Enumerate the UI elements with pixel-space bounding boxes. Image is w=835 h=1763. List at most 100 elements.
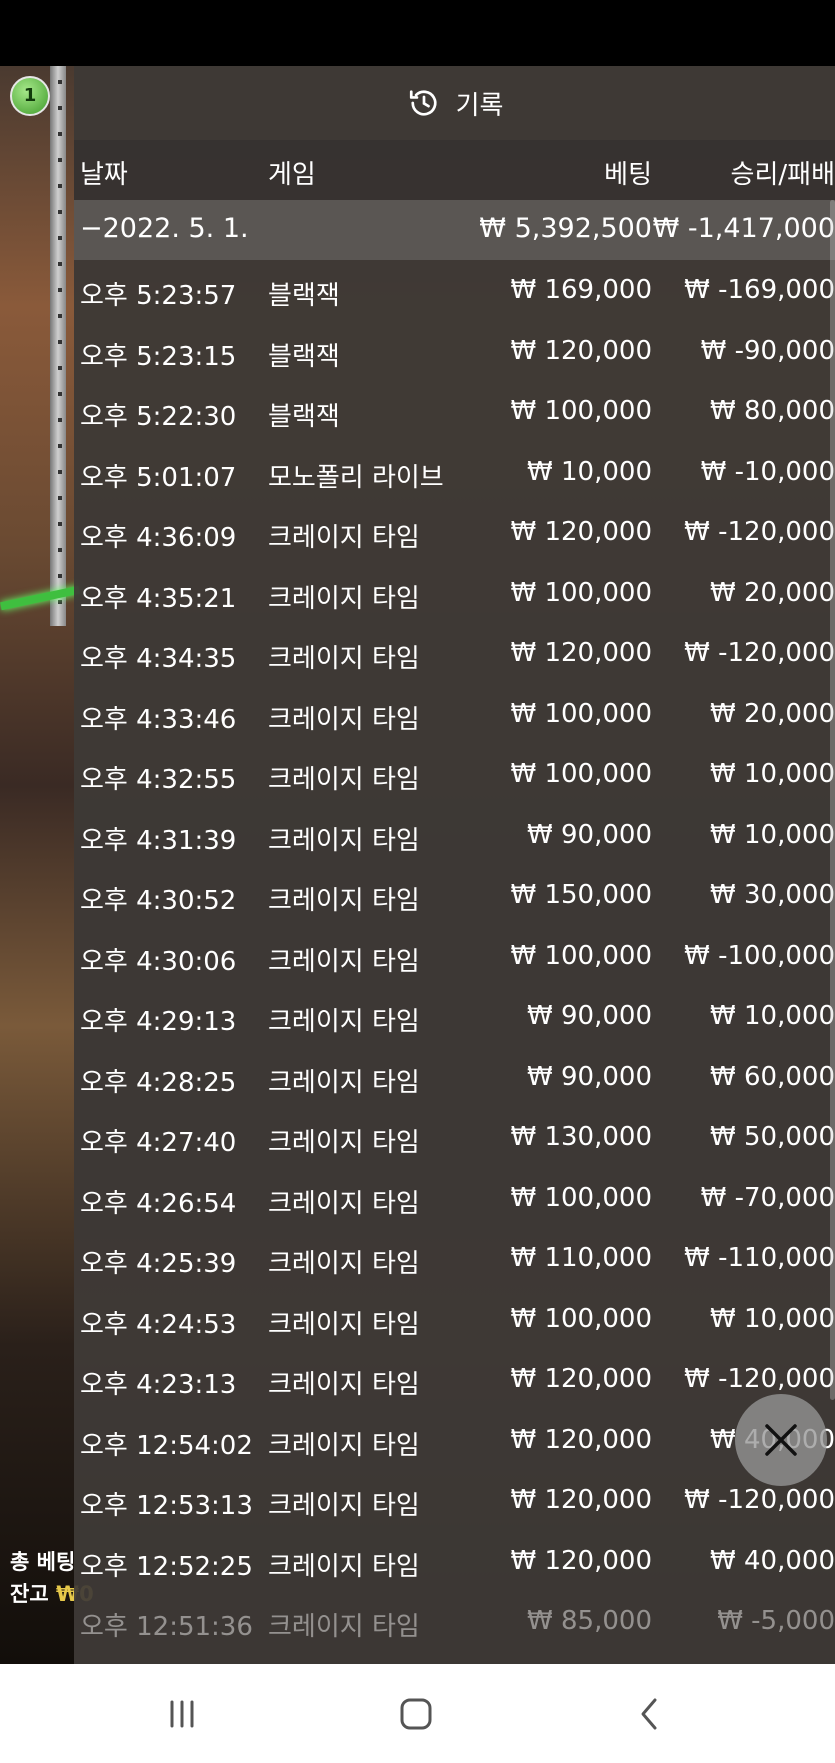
row-bet: ₩ 90,000 — [527, 819, 652, 850]
row-winloss: ₩ 10,000 — [710, 1303, 835, 1334]
column-header-bet: 베팅 — [604, 160, 652, 190]
row-winloss: ₩ 10,000 — [710, 759, 835, 789]
row-bet: ₩ 100,000 — [510, 698, 653, 729]
row-time: 오후 4:25:39 — [80, 1249, 237, 1279]
row-time: 오후 5:01:07 — [80, 462, 237, 493]
panel-header: 기록 — [74, 66, 835, 140]
row-bet: ₩ 120,000 — [510, 335, 653, 366]
back-icon — [641, 1698, 657, 1730]
row-game: 블랙잭 — [268, 402, 340, 432]
row-time: 오후 4:24:53 — [80, 1309, 237, 1340]
history-panel: 기록 날짜 게임 베팅 승리/패배 −2022. 5. 1. ₩ 5,392,5… — [74, 66, 835, 1664]
history-row[interactable]: 오후 5:23:57 블랙잭 ₩ 169,000 ₩ -169,000 — [74, 260, 835, 320]
history-row[interactable]: 오후 4:28:25 크레이지 타임 ₩ 90,000 ₩ 60,000 — [74, 1047, 835, 1107]
row-bet: ₩ 120,000 — [510, 1545, 653, 1576]
row-time: 오후 4:28:25 — [80, 1067, 237, 1098]
row-time: 오후 4:30:52 — [80, 886, 237, 916]
row-game: 크레이지 타임 — [268, 825, 420, 856]
row-game: 크레이지 타임 — [268, 886, 420, 916]
balance-label: 잔고 — [10, 1582, 49, 1606]
history-row[interactable]: 오후 4:35:21 크레이지 타임 ₩ 100,000 ₩ 20,000 — [74, 563, 835, 623]
history-row[interactable]: 오후 4:29:13 크레이지 타임 ₩ 90,000 ₩ 10,000 — [74, 986, 835, 1046]
row-bet: ₩ 100,000 — [510, 1182, 653, 1213]
row-bet: ₩ 90,000 — [527, 1001, 652, 1031]
column-header-date: 날짜 — [80, 160, 128, 190]
row-time: 오후 12:54:02 — [80, 1430, 253, 1461]
history-row[interactable]: 오후 4:27:40 크레이지 타임 ₩ 130,000 ₩ 50,000 — [74, 1107, 835, 1167]
history-row[interactable]: 오후 4:31:39 크레이지 타임 ₩ 90,000 ₩ 10,000 — [74, 805, 835, 865]
row-game: 크레이지 타임 — [268, 583, 420, 614]
row-game: 크레이지 타임 — [268, 1067, 420, 1098]
row-bet: ₩ 110,000 — [510, 1243, 653, 1273]
total-bet-label: 총 베팅 — [10, 1550, 76, 1574]
row-time: 오후 4:29:13 — [80, 1007, 237, 1037]
row-bet: ₩ 85,000 — [527, 1606, 652, 1636]
row-game: 크레이지 타임 — [268, 1007, 420, 1037]
history-row[interactable]: 오후 12:52:25 크레이지 타임 ₩ 120,000 ₩ 40,000 — [74, 1531, 835, 1591]
row-bet: ₩ 150,000 — [510, 880, 653, 910]
row-bet: ₩ 130,000 — [510, 1122, 653, 1152]
row-winloss: ₩ 10,000 — [710, 1001, 835, 1031]
recent-apps-button[interactable] — [152, 1692, 212, 1736]
close-button[interactable] — [735, 1394, 827, 1486]
history-row[interactable]: 오후 4:33:46 크레이지 타임 ₩ 100,000 ₩ 20,000 — [74, 684, 835, 744]
row-winloss: ₩ 10,000 — [710, 819, 835, 850]
scrollbar[interactable] — [830, 200, 835, 1400]
history-icon — [409, 90, 437, 116]
home-button[interactable] — [386, 1692, 446, 1736]
column-header-winloss: 승리/패배 — [730, 160, 835, 190]
row-time: 오후 4:35:21 — [80, 583, 237, 614]
history-row[interactable]: 오후 4:32:55 크레이지 타임 ₩ 100,000 ₩ 10,000 — [74, 744, 835, 804]
row-game: 크레이지 타임 — [268, 1128, 420, 1158]
row-bet: ₩ 120,000 — [510, 638, 653, 668]
row-time: 오후 4:27:40 — [80, 1128, 237, 1158]
row-time: 오후 4:26:54 — [80, 1188, 237, 1219]
row-game: 크레이지 타임 — [268, 1249, 420, 1279]
history-row[interactable]: 오후 4:26:54 크레이지 타임 ₩ 100,000 ₩ -70,000 — [74, 1168, 835, 1228]
row-winloss: ₩ -5,000 — [717, 1606, 835, 1636]
row-time: 오후 4:23:13 — [80, 1370, 237, 1400]
row-winloss: ₩ 40,000 — [710, 1545, 835, 1576]
row-game: 크레이지 타임 — [268, 1309, 420, 1340]
row-bet: ₩ 100,000 — [510, 1303, 653, 1334]
back-button[interactable] — [620, 1692, 680, 1736]
history-row[interactable]: 오후 12:51:36 크레이지 타임 ₩ 85,000 ₩ -5,000 — [74, 1591, 835, 1651]
row-bet: ₩ 120,000 — [510, 1485, 653, 1515]
history-row[interactable]: 오후 12:53:13 크레이지 타임 ₩ 120,000 ₩ -120,000 — [74, 1470, 835, 1530]
row-winloss: ₩ 50,000 — [710, 1122, 835, 1152]
history-row[interactable]: 오후 4:25:39 크레이지 타임 ₩ 110,000 ₩ -110,000 — [74, 1228, 835, 1288]
day-total-bet: ₩ 5,392,500 — [479, 213, 652, 244]
history-row[interactable]: 오후 4:30:52 크레이지 타임 ₩ 150,000 ₩ 30,000 — [74, 865, 835, 925]
row-bet: ₩ 120,000 — [510, 1424, 653, 1455]
table-header: 날짜 게임 베팅 승리/패배 — [74, 140, 835, 200]
history-row[interactable]: 오후 12:54:02크레이지 타임₩ 120,000₩ 40,000 — [74, 1410, 835, 1470]
row-winloss: ₩ 20,000 — [710, 698, 835, 729]
history-row[interactable]: 오후 4:30:06 크레이지 타임 ₩ 100,000 ₩ -100,000 — [74, 926, 835, 986]
row-game: 크레이지 타임 — [268, 1188, 420, 1219]
history-row[interactable]: 오후 4:24:53 크레이지 타임 ₩ 100,000 ₩ 10,000 — [74, 1289, 835, 1349]
status-bar — [0, 0, 835, 66]
seat-badge: 1 — [10, 76, 50, 116]
history-row[interactable]: 오후 4:34:35 크레이지 타임 ₩ 120,000 ₩ -120,000 — [74, 623, 835, 683]
history-row[interactable]: 오후 4:23:13 크레이지 타임 ₩ 120,000 ₩ -120,000 — [74, 1349, 835, 1409]
row-winloss: ₩ -120,000 — [684, 1364, 835, 1394]
history-row[interactable]: 오후 4:36:09 크레이지 타임 ₩ 120,000 ₩ -120,000 — [74, 502, 835, 562]
row-winloss: ₩ -169,000 — [684, 275, 835, 305]
history-row[interactable]: 오후 5:22:30 블랙잭 ₩ 100,000 ₩ 80,000 — [74, 381, 835, 441]
row-game: 크레이지 타임 — [268, 644, 420, 674]
row-time: 오후 12:52:25 — [80, 1551, 253, 1582]
row-time: 오후 4:34:35 — [80, 644, 237, 674]
row-game: 크레이지 타임 — [268, 1370, 420, 1400]
row-time: 오후 4:31:39 — [80, 825, 237, 856]
row-time: 오후 5:23:57 — [80, 281, 237, 311]
history-row[interactable]: 오후 5:01:07 모노폴리 라이브 ₩ 10,000 ₩ -10,000 — [74, 442, 835, 502]
day-summary-row[interactable]: −2022. 5. 1. ₩ 5,392,500 ₩ -1,417,000 — [74, 200, 835, 260]
row-winloss: ₩ 20,000 — [710, 577, 835, 608]
history-row[interactable]: 오후 5:23:15 블랙잭 ₩ 120,000 ₩ -90,000 — [74, 321, 835, 381]
row-game: 모노폴리 라이브 — [268, 462, 444, 493]
row-bet: ₩ 10,000 — [527, 456, 652, 487]
row-time: 오후 5:22:30 — [80, 402, 237, 432]
system-nav-bar — [0, 1664, 835, 1763]
row-winloss: ₩ -120,000 — [684, 1485, 835, 1515]
row-time: 오후 12:53:13 — [80, 1491, 253, 1521]
